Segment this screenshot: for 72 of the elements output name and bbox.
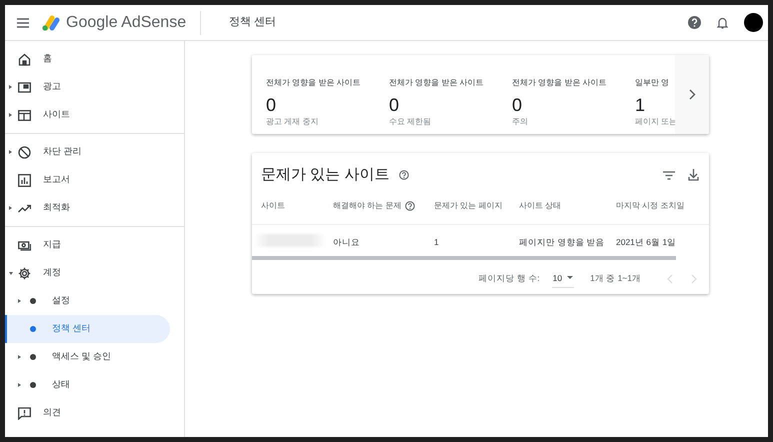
rows-per-page-select[interactable]: 10 bbox=[552, 268, 574, 288]
sidebar-item[interactable]: 홈 bbox=[5, 45, 170, 73]
summary-subtitle: 광고 게재 중지 bbox=[266, 116, 318, 128]
sidebar-item[interactable]: 설정 bbox=[5, 287, 170, 315]
chevron-right-icon[interactable] bbox=[688, 89, 696, 100]
table-cell: 아니요 bbox=[333, 236, 360, 246]
expand-arrow-icon[interactable] bbox=[18, 383, 21, 387]
bullet-icon bbox=[30, 382, 36, 388]
bar-chart-icon bbox=[18, 174, 31, 186]
sidebar-item[interactable]: 계정 bbox=[5, 259, 170, 287]
expand-arrow-icon[interactable] bbox=[9, 150, 12, 154]
summary-subtitle: 페이지 또는 bbox=[635, 116, 678, 128]
expand-arrow-icon[interactable] bbox=[18, 299, 21, 303]
page-title: 정책 센터 bbox=[229, 15, 276, 30]
table-title: 문제가 있는 사이트 bbox=[261, 164, 390, 185]
summary-count: 0 bbox=[512, 96, 522, 116]
column-header: 마지막 시정 조치일 bbox=[616, 200, 684, 212]
column-header: 문제가 있는 페이지 bbox=[434, 200, 502, 212]
bullet-icon bbox=[30, 326, 36, 332]
table-cell: 2021년 6월 1일 bbox=[616, 236, 676, 246]
sidebar-item[interactable]: 최적화 bbox=[5, 194, 170, 222]
summary-subtitle: 수요 제한됨 bbox=[389, 116, 432, 128]
help-icon[interactable] bbox=[405, 200, 416, 210]
sidebar-item[interactable]: 액세스 및 승인 bbox=[5, 343, 170, 371]
sidebar-item[interactable]: 의견 bbox=[5, 399, 170, 427]
bullet-icon bbox=[30, 298, 36, 304]
download-icon[interactable] bbox=[688, 169, 699, 181]
help-icon[interactable] bbox=[688, 16, 701, 29]
sidebar-item[interactable]: 상태 bbox=[5, 371, 170, 399]
sidebar-item[interactable]: 보고서 bbox=[5, 166, 170, 194]
expand-arrow-icon[interactable] bbox=[9, 113, 12, 117]
summary-title: 전체가 영향을 받은 사이트 bbox=[266, 77, 361, 89]
summary-title: 일부만 영 bbox=[635, 77, 670, 89]
expand-arrow-icon[interactable] bbox=[18, 355, 21, 359]
payment-icon bbox=[18, 238, 31, 252]
table-cell: 페이지만 영향을 받음 bbox=[519, 236, 605, 246]
summary-count: 1 bbox=[635, 96, 646, 116]
home-icon bbox=[18, 52, 31, 66]
sidebar-item[interactable]: 지급 bbox=[5, 231, 170, 259]
ad-icon bbox=[18, 80, 31, 94]
rows-per-page-label: 페이지당 행 수: bbox=[478, 272, 540, 285]
expand-arrow-icon[interactable] bbox=[8, 272, 12, 274]
scrollbar[interactable] bbox=[252, 256, 676, 260]
feedback-icon bbox=[18, 406, 31, 420]
column-header: 사이트 상태 bbox=[519, 200, 562, 212]
browser-icon bbox=[18, 108, 31, 122]
column-header: 사이트 bbox=[261, 200, 285, 212]
sidebar-item[interactable]: 정책 센터 bbox=[5, 315, 170, 343]
bullet-icon bbox=[30, 354, 36, 360]
expand-arrow-icon[interactable] bbox=[9, 85, 12, 89]
summary-title: 전체가 영향을 받은 사이트 bbox=[389, 77, 484, 89]
sidebar-item[interactable]: 차단 관리 bbox=[5, 138, 170, 166]
table-cell: 1 bbox=[434, 236, 439, 246]
logo-text: Google AdSense bbox=[66, 12, 186, 32]
avatar[interactable] bbox=[744, 13, 763, 32]
menu-icon[interactable] bbox=[17, 18, 29, 28]
help-icon[interactable] bbox=[399, 170, 410, 180]
summary-count: 0 bbox=[389, 96, 400, 116]
block-icon bbox=[18, 146, 31, 158]
sidebar-item[interactable]: 광고 bbox=[5, 73, 170, 101]
summary-subtitle: 주의 bbox=[512, 116, 528, 128]
page-range: 1개 중 1~1개 bbox=[590, 272, 641, 285]
gear-icon bbox=[18, 266, 31, 280]
notification-icon[interactable] bbox=[717, 16, 728, 29]
summary-title: 전체가 영향을 받은 사이트 bbox=[512, 77, 607, 89]
sidebar-item[interactable]: 사이트 bbox=[5, 101, 170, 129]
summary-count: 0 bbox=[266, 96, 276, 116]
expand-arrow-icon[interactable] bbox=[9, 206, 12, 210]
logo-icon bbox=[41, 14, 61, 30]
caret-icon bbox=[567, 276, 574, 280]
filter-icon[interactable] bbox=[663, 170, 675, 180]
column-header: 해결해야 하는 문제 bbox=[333, 200, 402, 212]
